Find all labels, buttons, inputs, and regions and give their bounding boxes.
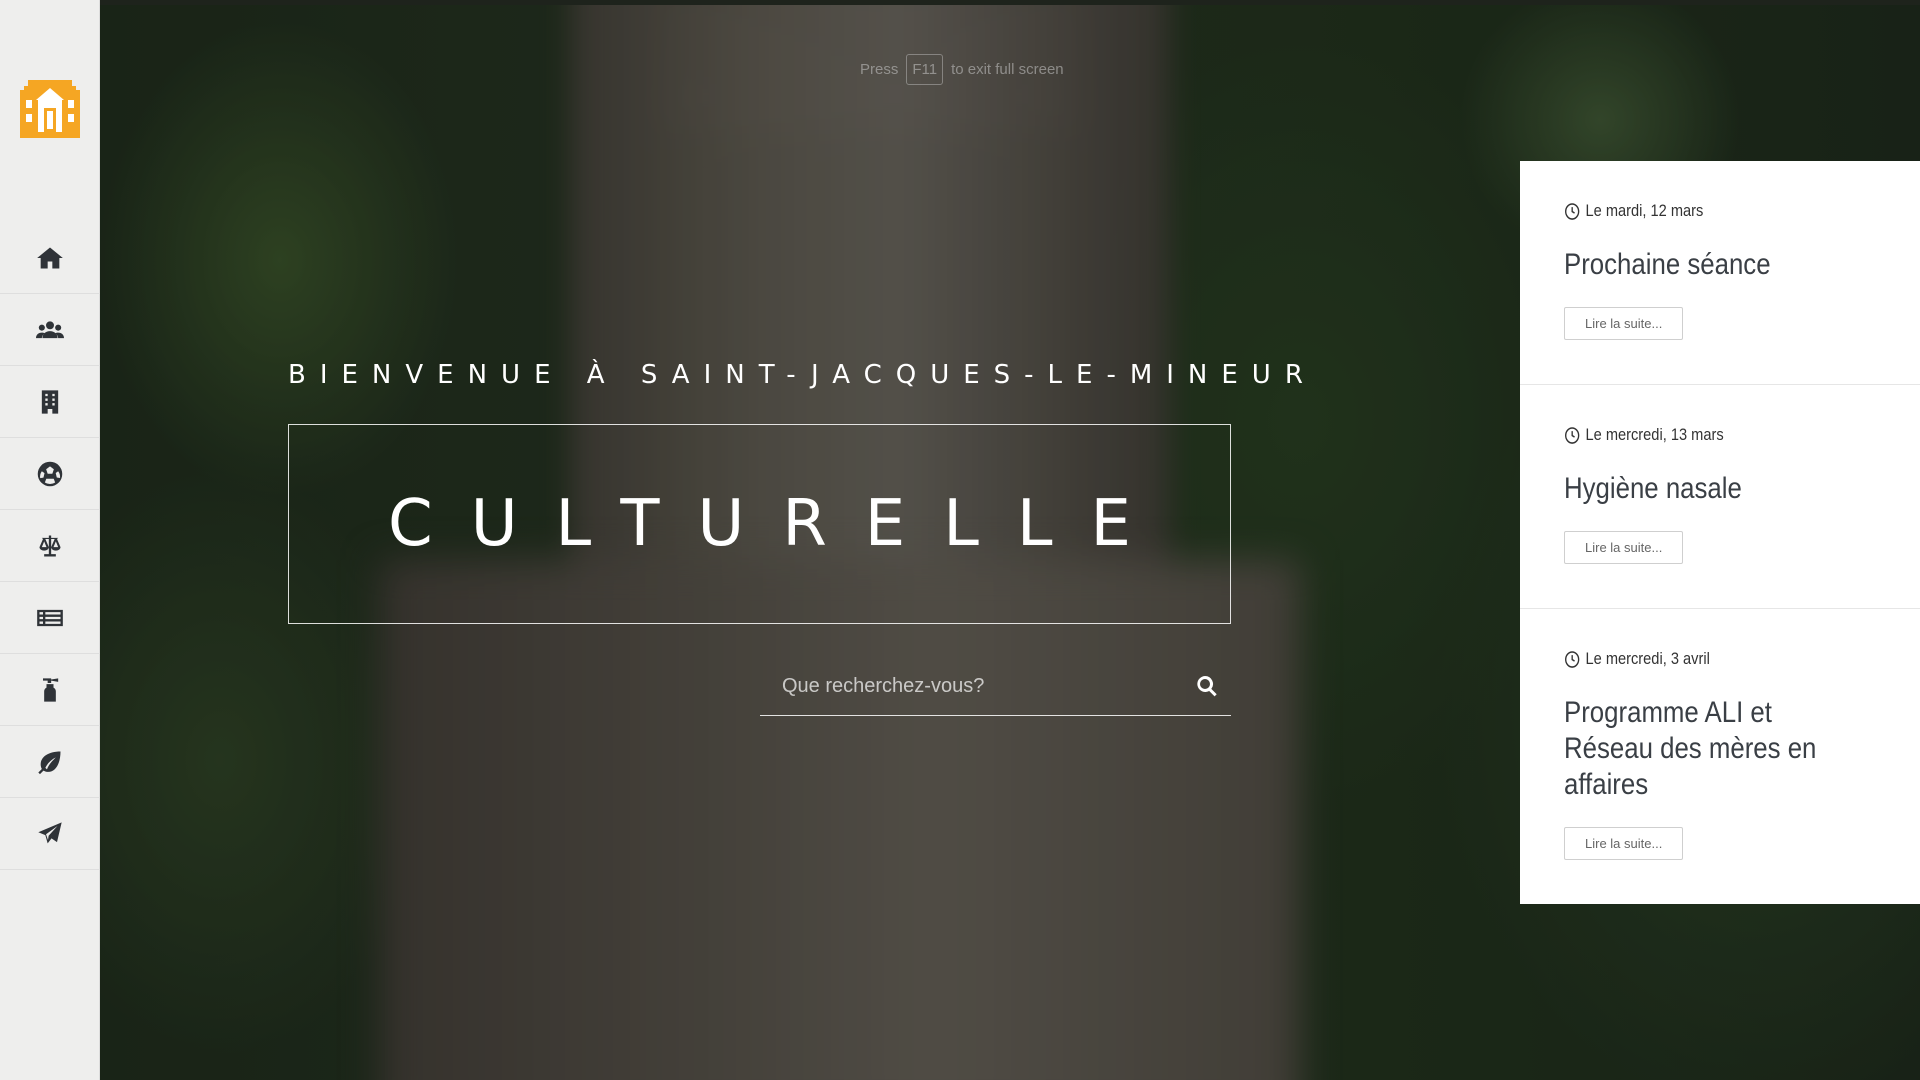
hero-title: CULTURELLE: [388, 487, 1169, 561]
list-icon: [37, 609, 63, 626]
sidebar-item-citizens[interactable]: [0, 294, 100, 366]
page: Press F11 to exit full screen BIENVENUE …: [0, 0, 1920, 1080]
sidebar-item-home[interactable]: [0, 222, 100, 294]
scales-icon: [39, 535, 61, 556]
town-hall-logo-icon: [20, 80, 80, 138]
welcome-heading: BIENVENUE À SAINT-JACQUES-LE-MINEUR: [288, 360, 1317, 390]
event-date: Le mercredi, 3 avril: [1564, 649, 1832, 669]
sidebar-item-environment[interactable]: [0, 726, 100, 798]
paper-plane-icon: [38, 821, 62, 843]
fire-extinguisher-icon: [43, 677, 59, 702]
event-date-text: Le mercredi, 3 avril: [1585, 649, 1710, 668]
search-bar: [760, 658, 1231, 716]
sidebar-item-leisure[interactable]: [0, 438, 100, 510]
leaf-icon: [38, 751, 61, 774]
home-icon: [37, 247, 63, 268]
fullscreen-hint-suffix: to exit full screen: [951, 61, 1064, 78]
sidebar-item-contact[interactable]: [0, 798, 100, 870]
event-date: Le mardi, 12 mars: [1564, 201, 1832, 221]
building-icon: [41, 389, 59, 414]
event-card: Le mercredi, 13 mars Hygiène nasale Lire…: [1520, 385, 1920, 609]
fullscreen-hint: Press F11 to exit full screen: [860, 54, 1064, 85]
event-title[interactable]: Hygiène nasale: [1564, 471, 1865, 507]
events-panel: Le mardi, 12 mars Prochaine séance Lire …: [1520, 161, 1920, 904]
sidebar-item-news[interactable]: [0, 582, 100, 654]
search-input[interactable]: [760, 658, 1180, 714]
sidebar-item-security[interactable]: [0, 654, 100, 726]
sidebar-item-municipality[interactable]: [0, 366, 100, 438]
clock-icon: [1565, 202, 1580, 220]
town-hall-logo[interactable]: [20, 78, 80, 138]
event-title[interactable]: Programme ALI et Réseau des mères en aff…: [1564, 695, 1865, 803]
read-more-button[interactable]: Lire la suite...: [1564, 827, 1684, 860]
event-title[interactable]: Prochaine séance: [1564, 247, 1865, 283]
search-icon: [1197, 676, 1217, 697]
event-card: Le mardi, 12 mars Prochaine séance Lire …: [1520, 161, 1920, 385]
sidebar-nav: [0, 222, 100, 870]
clock-icon: [1565, 426, 1580, 444]
read-more-button[interactable]: Lire la suite...: [1564, 531, 1684, 564]
event-date-text: Le mercredi, 13 mars: [1585, 425, 1724, 444]
search-button[interactable]: [1183, 658, 1231, 714]
sidebar: [0, 0, 100, 1080]
sidebar-item-justice[interactable]: [0, 510, 100, 582]
event-date-text: Le mardi, 12 mars: [1585, 201, 1704, 220]
event-card: Le mercredi, 3 avril Programme ALI et Ré…: [1520, 609, 1920, 904]
users-icon: [36, 320, 64, 338]
fullscreen-hint-key: F11: [906, 54, 944, 85]
fullscreen-hint-prefix: Press: [860, 61, 899, 78]
read-more-button[interactable]: Lire la suite...: [1564, 307, 1684, 340]
soccer-ball-icon: [37, 461, 63, 486]
hero-title-box: CULTURELLE: [288, 424, 1231, 624]
event-date: Le mercredi, 13 mars: [1564, 425, 1832, 445]
clock-icon: [1565, 650, 1580, 668]
